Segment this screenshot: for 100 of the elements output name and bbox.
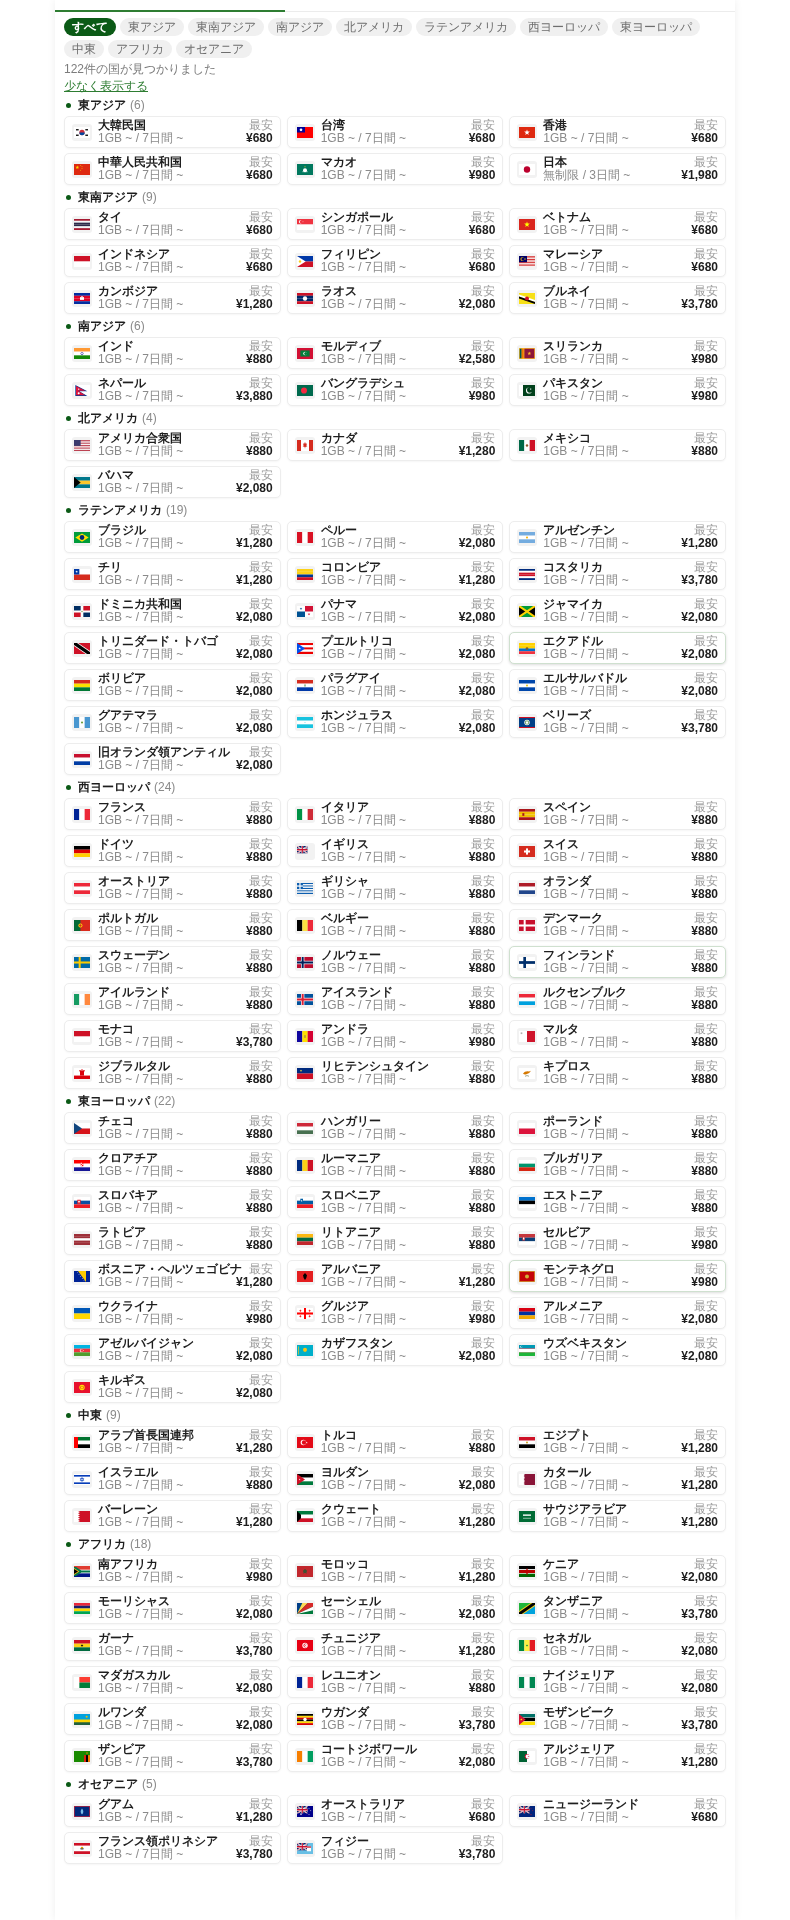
country-card[interactable]: サウジアラビア 最安 1GB ~ / 7日間 ~ ¥1,280	[509, 1500, 726, 1532]
country-card[interactable]: アメリカ合衆国 最安 1GB ~ / 7日間 ~ ¥880	[64, 429, 281, 461]
country-card[interactable]: パラグアイ 最安 1GB ~ / 7日間 ~ ¥2,080	[286, 669, 504, 701]
country-card[interactable]: ラトビア 最安 1GB ~ / 7日間 ~ ¥880	[64, 1223, 281, 1255]
country-card[interactable]: ルワンダ 最安 1GB ~ / 7日間 ~ ¥2,080	[64, 1703, 281, 1735]
country-card[interactable]: オランダ 最安 1GB ~ / 7日間 ~ ¥880	[509, 872, 726, 904]
country-card[interactable]: 大韓民国 最安 1GB ~ / 7日間 ~ ¥680	[64, 116, 281, 148]
country-card[interactable]: マカオ 最安 1GB ~ / 7日間 ~ ¥980	[286, 153, 504, 185]
country-card[interactable]: ジャマイカ 最安 1GB ~ / 7日間 ~ ¥2,080	[509, 595, 726, 627]
country-card[interactable]: ウズベキスタン 最安 1GB ~ / 7日間 ~ ¥2,080	[509, 1334, 726, 1366]
country-card[interactable]: スロベニア 最安 1GB ~ / 7日間 ~ ¥880	[286, 1186, 504, 1218]
country-card[interactable]: ハンガリー 最安 1GB ~ / 7日間 ~ ¥880	[286, 1112, 504, 1144]
country-card[interactable]: アイルランド 最安 1GB ~ / 7日間 ~ ¥880	[64, 983, 281, 1015]
country-card[interactable]: スペイン 最安 1GB ~ / 7日間 ~ ¥880	[509, 798, 726, 830]
country-card[interactable]: エストニア 最安 1GB ~ / 7日間 ~ ¥880	[509, 1186, 726, 1218]
country-card[interactable]: イギリス 最安 1GB ~ / 7日間 ~ ¥880	[286, 835, 504, 867]
country-card[interactable]: ヨルダン 最安 1GB ~ / 7日間 ~ ¥2,080	[286, 1463, 504, 1495]
country-card[interactable]: 香港 最安 1GB ~ / 7日間 ~ ¥680	[509, 116, 726, 148]
filter-chip[interactable]: すべて	[64, 18, 116, 36]
country-card[interactable]: モルディブ 最安 1GB ~ / 7日間 ~ ¥2,580	[286, 337, 504, 369]
country-card[interactable]: バハマ 最安 1GB ~ / 7日間 ~ ¥2,080	[64, 466, 281, 498]
country-card[interactable]: インドネシア 最安 1GB ~ / 7日間 ~ ¥680	[64, 245, 281, 277]
country-card[interactable]: デンマーク 最安 1GB ~ / 7日間 ~ ¥880	[509, 909, 726, 941]
country-card[interactable]: グアム 最安 1GB ~ / 7日間 ~ ¥1,280	[64, 1795, 281, 1827]
filter-chip[interactable]: 東南アジア	[188, 18, 264, 36]
country-card[interactable]: ルーマニア 最安 1GB ~ / 7日間 ~ ¥880	[286, 1149, 504, 1181]
country-card[interactable]: スウェーデン 最安 1GB ~ / 7日間 ~ ¥880	[64, 946, 281, 978]
country-card[interactable]: コスタリカ 最安 1GB ~ / 7日間 ~ ¥3,780	[509, 558, 726, 590]
country-card[interactable]: トリニダード・トバゴ 最安 1GB ~ / 7日間 ~ ¥2,080	[64, 632, 281, 664]
country-card[interactable]: トルコ 最安 1GB ~ / 7日間 ~ ¥880	[286, 1426, 504, 1458]
country-card[interactable]: 日本 最安 無制限 / 3日間 ~ ¥1,980	[509, 153, 726, 185]
country-card[interactable]: リヒテンシュタイン 最安 1GB ~ / 7日間 ~ ¥880	[286, 1057, 504, 1089]
country-card[interactable]: ベトナム 最安 1GB ~ / 7日間 ~ ¥680	[509, 208, 726, 240]
country-card[interactable]: チェコ 最安 1GB ~ / 7日間 ~ ¥880	[64, 1112, 281, 1144]
country-card[interactable]: グルジア 最安 1GB ~ / 7日間 ~ ¥980	[286, 1297, 504, 1329]
country-card[interactable]: チリ 最安 1GB ~ / 7日間 ~ ¥1,280	[64, 558, 281, 590]
country-card[interactable]: モロッコ 最安 1GB ~ / 7日間 ~ ¥1,280	[286, 1555, 504, 1587]
country-card[interactable]: フランス 最安 1GB ~ / 7日間 ~ ¥880	[64, 798, 281, 830]
country-card[interactable]: セルビア 最安 1GB ~ / 7日間 ~ ¥980	[509, 1223, 726, 1255]
country-card[interactable]: キプロス 最安 1GB ~ / 7日間 ~ ¥880	[509, 1057, 726, 1089]
country-card[interactable]: ギリシャ 最安 1GB ~ / 7日間 ~ ¥880	[286, 872, 504, 904]
country-card[interactable]: パキスタン 最安 1GB ~ / 7日間 ~ ¥980	[509, 374, 726, 406]
country-card[interactable]: ベルギー 最安 1GB ~ / 7日間 ~ ¥880	[286, 909, 504, 941]
country-card[interactable]: 南アフリカ 最安 1GB ~ / 7日間 ~ ¥980	[64, 1555, 281, 1587]
country-card[interactable]: マルタ 最安 1GB ~ / 7日間 ~ ¥880	[509, 1020, 726, 1052]
country-card[interactable]: オーストリア 最安 1GB ~ / 7日間 ~ ¥880	[64, 872, 281, 904]
country-card[interactable]: モザンビーク 最安 1GB ~ / 7日間 ~ ¥3,780	[509, 1703, 726, 1735]
country-card[interactable]: ジブラルタル 最安 1GB ~ / 7日間 ~ ¥880	[64, 1057, 281, 1089]
country-card[interactable]: マダガスカル 最安 1GB ~ / 7日間 ~ ¥2,080	[64, 1666, 281, 1698]
country-card[interactable]: ケニア 最安 1GB ~ / 7日間 ~ ¥2,080	[509, 1555, 726, 1587]
country-card[interactable]: エクアドル 最安 1GB ~ / 7日間 ~ ¥2,080	[509, 632, 726, 664]
country-card[interactable]: クウェート 最安 1GB ~ / 7日間 ~ ¥1,280	[286, 1500, 504, 1532]
country-card[interactable]: ブラジル 最安 1GB ~ / 7日間 ~ ¥1,280	[64, 521, 281, 553]
country-card[interactable]: ブルガリア 最安 1GB ~ / 7日間 ~ ¥880	[509, 1149, 726, 1181]
country-card[interactable]: コロンビア 最安 1GB ~ / 7日間 ~ ¥1,280	[286, 558, 504, 590]
country-card[interactable]: ニュージーランド 最安 1GB ~ / 7日間 ~ ¥680	[509, 1795, 726, 1827]
country-card[interactable]: バーレーン 最安 1GB ~ / 7日間 ~ ¥1,280	[64, 1500, 281, 1532]
country-card[interactable]: カンボジア 最安 1GB ~ / 7日間 ~ ¥1,280	[64, 282, 281, 314]
country-card[interactable]: ネパール 最安 1GB ~ / 7日間 ~ ¥3,880	[64, 374, 281, 406]
country-card[interactable]: パナマ 最安 1GB ~ / 7日間 ~ ¥2,080	[286, 595, 504, 627]
country-card[interactable]: ボリビア 最安 1GB ~ / 7日間 ~ ¥2,080	[64, 669, 281, 701]
country-card[interactable]: ペルー 最安 1GB ~ / 7日間 ~ ¥2,080	[286, 521, 504, 553]
filter-chip[interactable]: 南アジア	[268, 18, 332, 36]
country-card[interactable]: ノルウェー 最安 1GB ~ / 7日間 ~ ¥880	[286, 946, 504, 978]
country-card[interactable]: ナイジェリア 最安 1GB ~ / 7日間 ~ ¥2,080	[509, 1666, 726, 1698]
country-card[interactable]: エジプト 最安 1GB ~ / 7日間 ~ ¥1,280	[509, 1426, 726, 1458]
country-card[interactable]: インド 最安 1GB ~ / 7日間 ~ ¥880	[64, 337, 281, 369]
country-card[interactable]: ポーランド 最安 1GB ~ / 7日間 ~ ¥880	[509, 1112, 726, 1144]
country-card[interactable]: アラブ首長国連邦 最安 1GB ~ / 7日間 ~ ¥1,280	[64, 1426, 281, 1458]
country-card[interactable]: ボスニア・ヘルツェゴビナ 最安 1GB ~ / 7日間 ~ ¥1,280	[64, 1260, 281, 1292]
filter-chip[interactable]: 西ヨーロッパ	[520, 18, 608, 36]
country-card[interactable]: エルサルバドル 最安 1GB ~ / 7日間 ~ ¥2,080	[509, 669, 726, 701]
country-card[interactable]: メキシコ 最安 1GB ~ / 7日間 ~ ¥880	[509, 429, 726, 461]
country-card[interactable]: マレーシア 最安 1GB ~ / 7日間 ~ ¥680	[509, 245, 726, 277]
filter-chip[interactable]: 東アジア	[120, 18, 184, 36]
country-card[interactable]: ブルネイ 最安 1GB ~ / 7日間 ~ ¥3,780	[509, 282, 726, 314]
country-card[interactable]: クロアチア 最安 1GB ~ / 7日間 ~ ¥880	[64, 1149, 281, 1181]
filter-chip[interactable]: 北アメリカ	[336, 18, 412, 36]
country-card[interactable]: スリランカ 最安 1GB ~ / 7日間 ~ ¥980	[509, 337, 726, 369]
country-card[interactable]: ガーナ 最安 1GB ~ / 7日間 ~ ¥3,780	[64, 1629, 281, 1661]
country-card[interactable]: ラオス 最安 1GB ~ / 7日間 ~ ¥2,080	[286, 282, 504, 314]
country-card[interactable]: ベリーズ 最安 1GB ~ / 7日間 ~ ¥3,780	[509, 706, 726, 738]
filter-chip[interactable]: 東ヨーロッパ	[612, 18, 700, 36]
country-card[interactable]: バングラデシュ 最安 1GB ~ / 7日間 ~ ¥980	[286, 374, 504, 406]
country-card[interactable]: アルバニア 最安 1GB ~ / 7日間 ~ ¥1,280	[286, 1260, 504, 1292]
country-card[interactable]: プエルトリコ 最安 1GB ~ / 7日間 ~ ¥2,080	[286, 632, 504, 664]
country-card[interactable]: フランス領ポリネシア 最安 1GB ~ / 7日間 ~ ¥3,780	[64, 1832, 281, 1864]
country-card[interactable]: フィンランド 最安 1GB ~ / 7日間 ~ ¥880	[509, 946, 726, 978]
country-card[interactable]: 中華人民共和国 最安 1GB ~ / 7日間 ~ ¥680	[64, 153, 281, 185]
country-card[interactable]: ウガンダ 最安 1GB ~ / 7日間 ~ ¥3,780	[286, 1703, 504, 1735]
country-card[interactable]: セーシェル 最安 1GB ~ / 7日間 ~ ¥2,080	[286, 1592, 504, 1624]
country-card[interactable]: ザンビア 最安 1GB ~ / 7日間 ~ ¥3,780	[64, 1740, 281, 1772]
filter-chip[interactable]: ラテンアメリカ	[416, 18, 516, 36]
country-card[interactable]: モーリシャス 最安 1GB ~ / 7日間 ~ ¥2,080	[64, 1592, 281, 1624]
country-card[interactable]: ウクライナ 最安 1GB ~ / 7日間 ~ ¥980	[64, 1297, 281, 1329]
country-card[interactable]: モナコ 最安 1GB ~ / 7日間 ~ ¥3,780	[64, 1020, 281, 1052]
country-card[interactable]: スイス 最安 1GB ~ / 7日間 ~ ¥880	[509, 835, 726, 867]
show-less-link[interactable]: 少なく表示する	[64, 79, 148, 93]
country-card[interactable]: ドイツ 最安 1GB ~ / 7日間 ~ ¥880	[64, 835, 281, 867]
country-card[interactable]: オーストラリア 最安 1GB ~ / 7日間 ~ ¥680	[286, 1795, 504, 1827]
